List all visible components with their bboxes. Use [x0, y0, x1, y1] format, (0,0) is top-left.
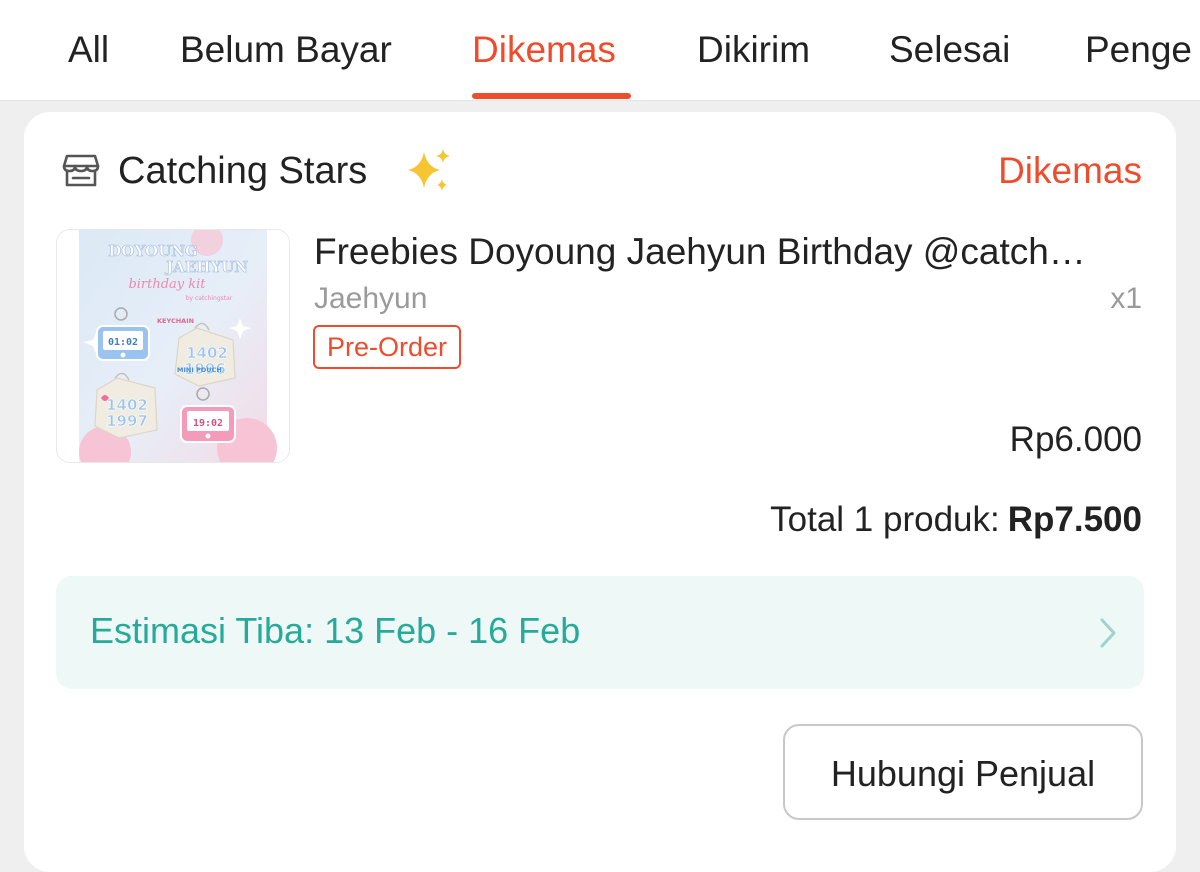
product-title[interactable]: Freebies Doyoung Jaehyun Birthday @catch… [314, 229, 1142, 275]
order-status-tabs: All Belum Bayar Dikemas Dikirim Selesai … [0, 0, 1200, 101]
tab-belum-bayar[interactable]: Belum Bayar [180, 28, 392, 72]
image-screen-time-2: 19:02 [193, 418, 223, 429]
delivery-estimate-text: Estimasi Tiba: 13 Feb - 16 Feb [90, 610, 581, 651]
order-total-amount: Rp7.500 [1007, 500, 1142, 539]
product-price: Rp6.000 [1009, 420, 1142, 459]
order-card[interactable]: Catching Stars Dikemas DOYOUNG JAEHYUN b… [24, 112, 1176, 872]
preorder-badge: Pre-Order [313, 325, 462, 369]
product-image-art: DOYOUNG JAEHYUN birthday kit by catching… [57, 230, 289, 462]
contact-seller-button[interactable]: Hubungi Penjual [783, 724, 1143, 820]
image-label-keychain: KEYCHAIN [157, 317, 194, 325]
image-heading-2: JAEHYUN [164, 258, 248, 276]
tab-pengembalian[interactable]: Penge [1085, 28, 1192, 72]
order-status-label: Dikemas [998, 150, 1142, 191]
image-screen-time-1: 01:02 [108, 337, 138, 348]
image-pouch-number-4: 1997 [106, 412, 148, 430]
shop-name[interactable]: Catching Stars [118, 148, 367, 194]
order-total-label: Total 1 produk: [770, 500, 1000, 539]
tab-dikirim[interactable]: Dikirim [697, 28, 810, 72]
product-quantity: x1 [1110, 282, 1142, 315]
tab-all[interactable]: All [68, 28, 109, 72]
delivery-estimate-banner[interactable]: Estimasi Tiba: 13 Feb - 16 Feb [56, 576, 1144, 689]
image-label-pouch: MINI POUCH [177, 366, 222, 374]
active-tab-indicator [472, 93, 631, 99]
image-byline: by catchingstar [186, 295, 233, 302]
tab-selesai[interactable]: Selesai [889, 28, 1010, 72]
order-total: Total 1 produk: Rp7.500 [770, 498, 1142, 542]
sparkles-icon [408, 149, 450, 191]
product-image[interactable]: DOYOUNG JAEHYUN birthday kit by catching… [56, 229, 290, 463]
product-variant: Jaehyun [314, 282, 428, 315]
store-icon [62, 154, 100, 187]
tab-dikemas[interactable]: Dikemas [472, 28, 616, 72]
image-subtitle: birthday kit [128, 277, 206, 292]
chevron-right-icon [1100, 618, 1116, 648]
